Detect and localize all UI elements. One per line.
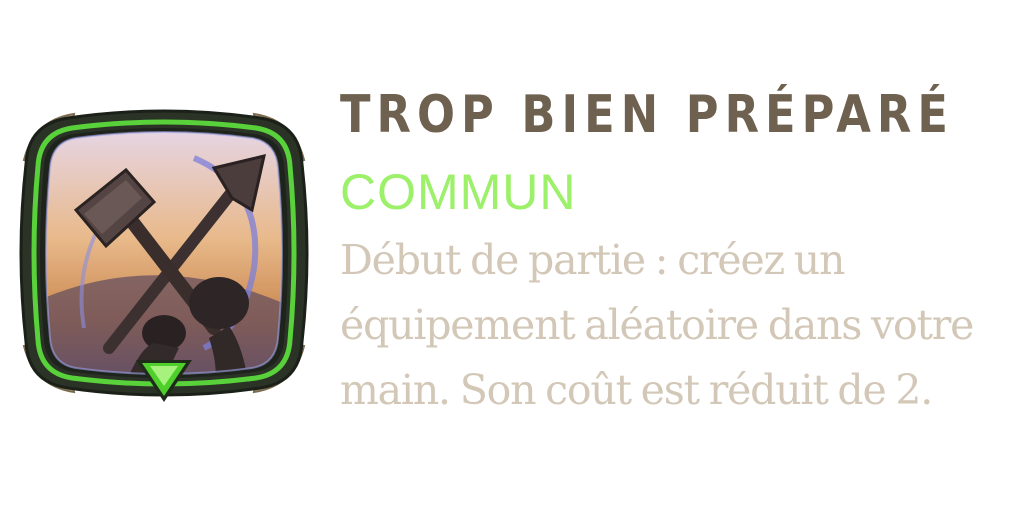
card-portrait-frame (14, 98, 314, 408)
crossed-hammer-axe-icon (19, 109, 309, 402)
card-title: TROP BIEN PRÉPARÉ (340, 85, 954, 145)
card-description: Début de partie : créez un équipement al… (340, 236, 974, 414)
card-rarity: COMMUN (340, 164, 577, 220)
card-text-block: TROP BIEN PRÉPARÉ COMMUN Début de partie… (340, 70, 1010, 423)
card-tooltip: TROP BIEN PRÉPARÉ COMMUN Début de partie… (0, 0, 1024, 512)
